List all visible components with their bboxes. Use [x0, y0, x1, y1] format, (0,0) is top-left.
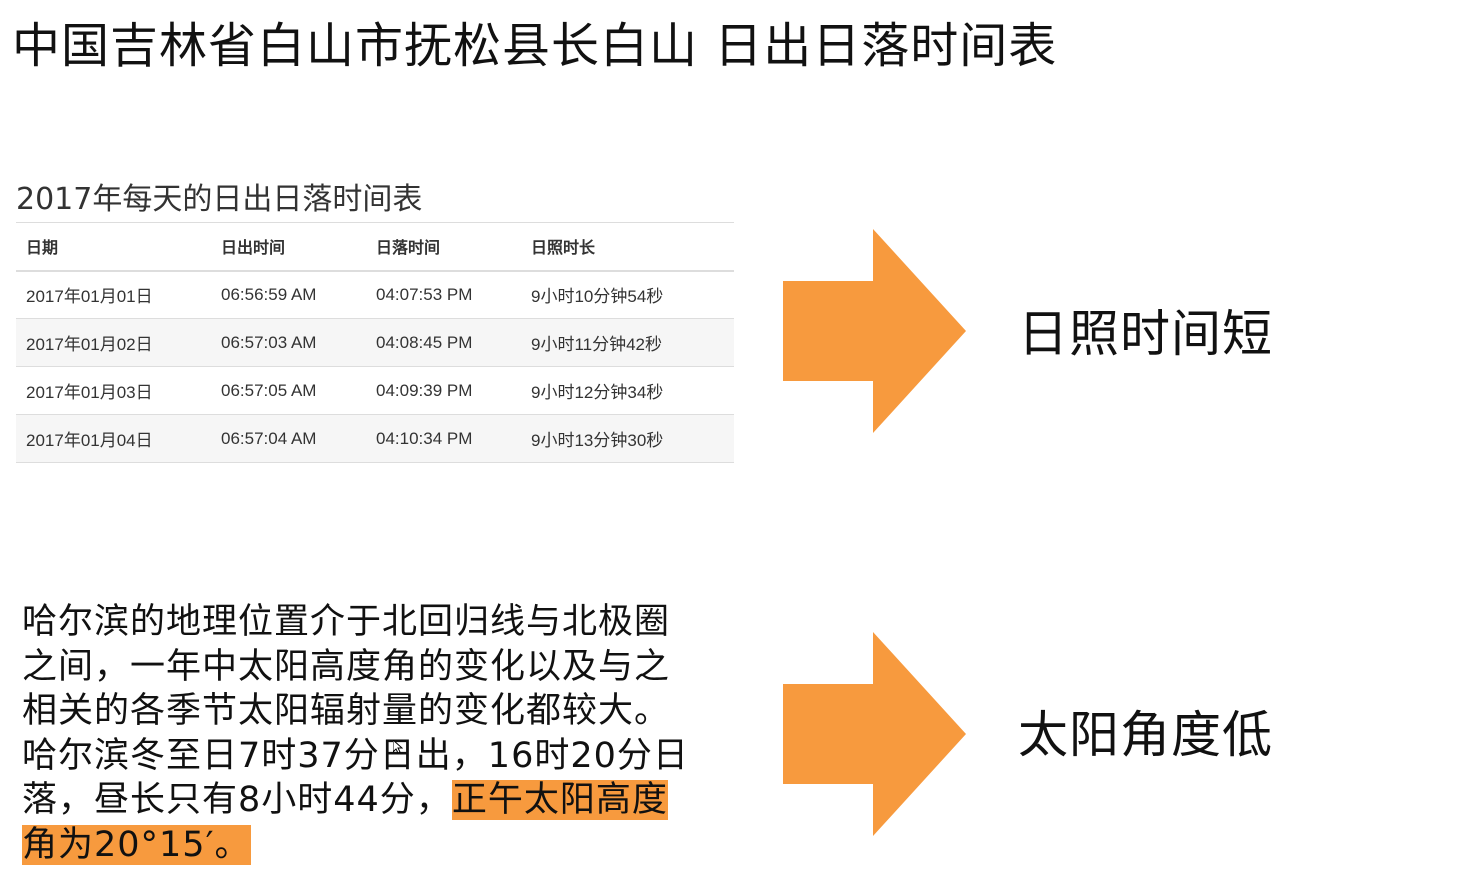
cell-daylength: 9小时13分钟30秒 [521, 414, 734, 463]
table-row: 2017年01月04日 06:57:04 AM 04:10:34 PM 9小时1… [16, 414, 734, 463]
cell-date: 2017年01月01日 [16, 270, 211, 319]
cell-sunrise: 06:56:59 AM [211, 270, 366, 319]
table-row: 2017年01月01日 06:56:59 AM 04:07:53 PM 9小时1… [16, 270, 734, 319]
cell-sunrise: 06:57:03 AM [211, 318, 366, 367]
cell-date: 2017年01月03日 [16, 366, 211, 415]
cell-sunrise: 06:57:05 AM [211, 366, 366, 415]
table-caption: 2017年每天的日出日落时间表 [16, 182, 423, 217]
cell-sunset: 04:09:39 PM [366, 366, 521, 415]
description-paragraph: 哈尔滨的地理位置介于北回归线与北极圈之间，一年中太阳高度角的变化以及与之相关的各… [22, 600, 702, 867]
table-row: 2017年01月03日 06:57:05 AM 04:09:39 PM 9小时1… [16, 366, 734, 415]
sunrise-sunset-table: 日期 日出时间 日落时间 日照时长 2017年01月01日 06:56:59 A… [16, 222, 734, 463]
mouse-cursor-icon [392, 738, 404, 754]
cell-daylength: 9小时10分钟54秒 [521, 270, 734, 319]
page-title: 中国吉林省白山市抚松县长白山 日出日落时间表 [12, 18, 1058, 74]
short-daylight-label: 日照时间短 [1018, 305, 1273, 363]
right-arrow-icon [783, 632, 968, 836]
cell-daylength: 9小时12分钟34秒 [521, 366, 734, 415]
column-header-daylength: 日照时长 [521, 222, 734, 272]
cell-daylength: 9小时11分钟42秒 [521, 318, 734, 367]
table-row: 2017年01月02日 06:57:03 AM 04:08:45 PM 9小时1… [16, 318, 734, 367]
cell-sunset: 04:07:53 PM [366, 270, 521, 319]
cell-sunrise: 06:57:04 AM [211, 414, 366, 463]
right-arrow-icon [783, 229, 968, 433]
cell-date: 2017年01月04日 [16, 414, 211, 463]
slide: 中国吉林省白山市抚松县长白山 日出日落时间表 2017年每天的日出日落时间表 日… [0, 0, 1476, 877]
cell-sunset: 04:10:34 PM [366, 414, 521, 463]
column-header-date: 日期 [16, 222, 211, 272]
table-header-row: 日期 日出时间 日落时间 日照时长 [16, 222, 734, 272]
cell-sunset: 04:08:45 PM [366, 318, 521, 367]
cell-date: 2017年01月02日 [16, 318, 211, 367]
column-header-sunset: 日落时间 [366, 222, 521, 272]
low-sun-angle-label: 太阳角度低 [1018, 706, 1273, 764]
column-header-sunrise: 日出时间 [211, 222, 366, 272]
